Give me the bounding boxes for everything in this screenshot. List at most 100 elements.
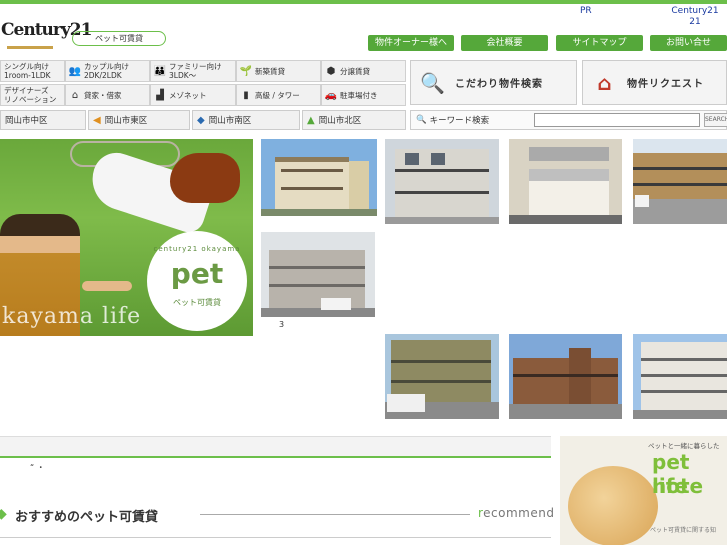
stairs-icon: ▟	[156, 89, 164, 101]
property-photo-6[interactable]	[385, 334, 499, 419]
pet-life-note-banner[interactable]: ペットと一緒に暮らした pet life note ペット可賃貸に関する知	[560, 436, 727, 545]
category-new-build-label: 新築賃貸	[255, 66, 285, 76]
category-maisonette[interactable]: ▟ メゾネット	[150, 84, 236, 106]
area-naka-label: 岡山市中区	[5, 116, 48, 126]
dog-illustration	[170, 153, 240, 203]
area-kita[interactable]: ▲ 岡山市北区	[302, 110, 406, 130]
hero-badge-top: century21 okayama	[153, 245, 241, 253]
century21-link-line2: 21	[689, 17, 701, 27]
hero-badge-pet: pet	[170, 257, 224, 290]
minami-map-icon: ◆	[197, 114, 205, 126]
category-tower-label: 高級 / タワー	[255, 90, 300, 100]
cube-icon: ⬢	[326, 65, 336, 77]
area-higashi[interactable]: ◀ 岡山市東区	[88, 110, 190, 130]
house-search-icon: 🔍	[420, 70, 446, 95]
nav-contact[interactable]: お問い合せ	[650, 35, 727, 51]
nav-company[interactable]: 会社概要	[461, 35, 548, 51]
area-minami-label: 岡山市南区	[208, 116, 252, 126]
category-family-text: ファミリー向け 3LDK〜	[169, 62, 222, 80]
century21-link[interactable]: Century21 21	[662, 6, 727, 28]
building-photo	[385, 139, 499, 224]
category-family[interactable]: 👪 ファミリー向け 3LDK〜	[150, 60, 236, 82]
category-new-build[interactable]: 🌱 新築賃貸	[236, 60, 321, 82]
category-condo[interactable]: ⬢ 分譲賃貸	[321, 60, 406, 82]
kita-map-icon: ▲	[307, 114, 315, 126]
category-designers[interactable]: デザイナーズ リノベーション	[0, 84, 65, 106]
misc-text: “ ・	[30, 463, 45, 472]
recommend-en-rest: ecommend	[483, 506, 555, 520]
hero-badge-sub: ペット可賃貸	[173, 298, 221, 307]
category-parking[interactable]: 🚗 駐車場付き	[321, 84, 406, 106]
area-naka[interactable]: 岡山市中区	[0, 110, 86, 130]
property-photo-7[interactable]	[509, 334, 622, 419]
kitchen-photo	[509, 139, 622, 224]
note-line1: ペットと一緒に暮らした	[648, 442, 720, 450]
property-photo-8[interactable]	[633, 334, 727, 419]
note-line3: note	[652, 474, 704, 498]
category-couple[interactable]: 👥 カップル向け 2DK/2LDK	[65, 60, 150, 82]
section-band	[0, 436, 551, 458]
sprout-icon: 🌱	[239, 65, 253, 77]
nav-owner[interactable]: 物件オーナー様へ	[368, 35, 454, 51]
recommend-header: ◆ おすすめのペット可賃貸 recommend	[0, 500, 554, 530]
category-designers-text: デザイナーズ リノベーション	[4, 86, 57, 104]
tower-icon: ▮	[243, 89, 249, 101]
property-request-button[interactable]: ⌂ 物件リクエスト	[582, 60, 727, 105]
recommend-en: recommend	[478, 506, 554, 520]
century21-link-line1: Century21	[671, 6, 719, 16]
category-parking-label: 駐車場付き	[340, 90, 378, 100]
keyword-search-input[interactable]	[534, 113, 700, 127]
hero-tagline: kayama life	[2, 304, 142, 329]
car-icon: 🚗	[324, 89, 338, 101]
building-photo	[385, 334, 499, 419]
category-single-text: シングル向け 1room-1LDK	[4, 62, 51, 80]
recommend-divider	[200, 514, 470, 515]
logo-roof-icon	[7, 46, 53, 54]
house-icon: ⌂	[71, 89, 79, 101]
search-button[interactable]: SEARCH	[704, 113, 727, 127]
hands-house-icon: ⌂	[597, 70, 613, 95]
category-house[interactable]: ⌂ 貸家・借家	[65, 84, 150, 106]
detailed-search-label: こだわり物件検索	[455, 79, 543, 90]
property-photo-1[interactable]	[261, 139, 377, 216]
search-icon: 🔍	[416, 115, 427, 125]
top-accent-line	[0, 0, 727, 4]
building-photo	[633, 139, 727, 224]
site-logo[interactable]: Century21	[1, 20, 92, 56]
category-single[interactable]: シングル向け 1room-1LDK	[0, 60, 65, 82]
category-tower[interactable]: ▮ 高級 / タワー	[236, 84, 321, 106]
photo-caption: 3	[279, 320, 285, 329]
leaf-icon: ◆	[0, 506, 7, 522]
property-photo-2[interactable]	[261, 232, 375, 317]
area-minami[interactable]: ◆ 岡山市南区	[192, 110, 300, 130]
category-condo-label: 分譲賃貸	[340, 66, 370, 76]
category-couple-text: カップル向け 2DK/2LDK	[84, 62, 129, 80]
keyword-search-label: キーワード検索	[429, 116, 490, 126]
property-photo-3[interactable]	[385, 139, 499, 224]
area-kita-label: 岡山市北区	[318, 116, 362, 126]
listing-strip	[0, 537, 551, 545]
pr-link[interactable]: PR	[580, 6, 592, 16]
recommend-title: おすすめのペット可賃貸	[15, 510, 159, 525]
pet-rental-badge[interactable]: ペット可賃貸	[72, 31, 166, 46]
puppy-photo	[568, 466, 658, 545]
building-photo	[261, 232, 375, 317]
property-photo-5[interactable]	[633, 139, 727, 224]
agent-hand-illustration	[82, 281, 132, 291]
area-higashi-label: 岡山市東区	[104, 116, 148, 126]
nav-sitemap[interactable]: サイトマップ	[556, 35, 643, 51]
hero-banner[interactable]: century21 okayama pet ペット可賃貸 kayama life	[0, 139, 253, 336]
category-maisonette-label: メゾネット	[169, 90, 207, 100]
category-house-label: 貸家・借家	[84, 90, 122, 100]
property-photo-4[interactable]	[509, 139, 622, 224]
building-photo	[509, 334, 622, 419]
building-photo	[261, 139, 377, 216]
detailed-search-button[interactable]: 🔍 こだわり物件検索	[410, 60, 577, 105]
higashi-map-icon: ◀	[93, 114, 101, 126]
note-line4: ペット可賃貸に関する知	[650, 527, 717, 534]
couple-icon: 👥	[68, 65, 82, 77]
hero-badge: century21 okayama pet ペット可賃貸	[147, 231, 247, 331]
property-request-label: 物件リクエスト	[627, 79, 704, 90]
building-photo	[633, 334, 727, 419]
family-icon: 👪	[153, 65, 167, 77]
